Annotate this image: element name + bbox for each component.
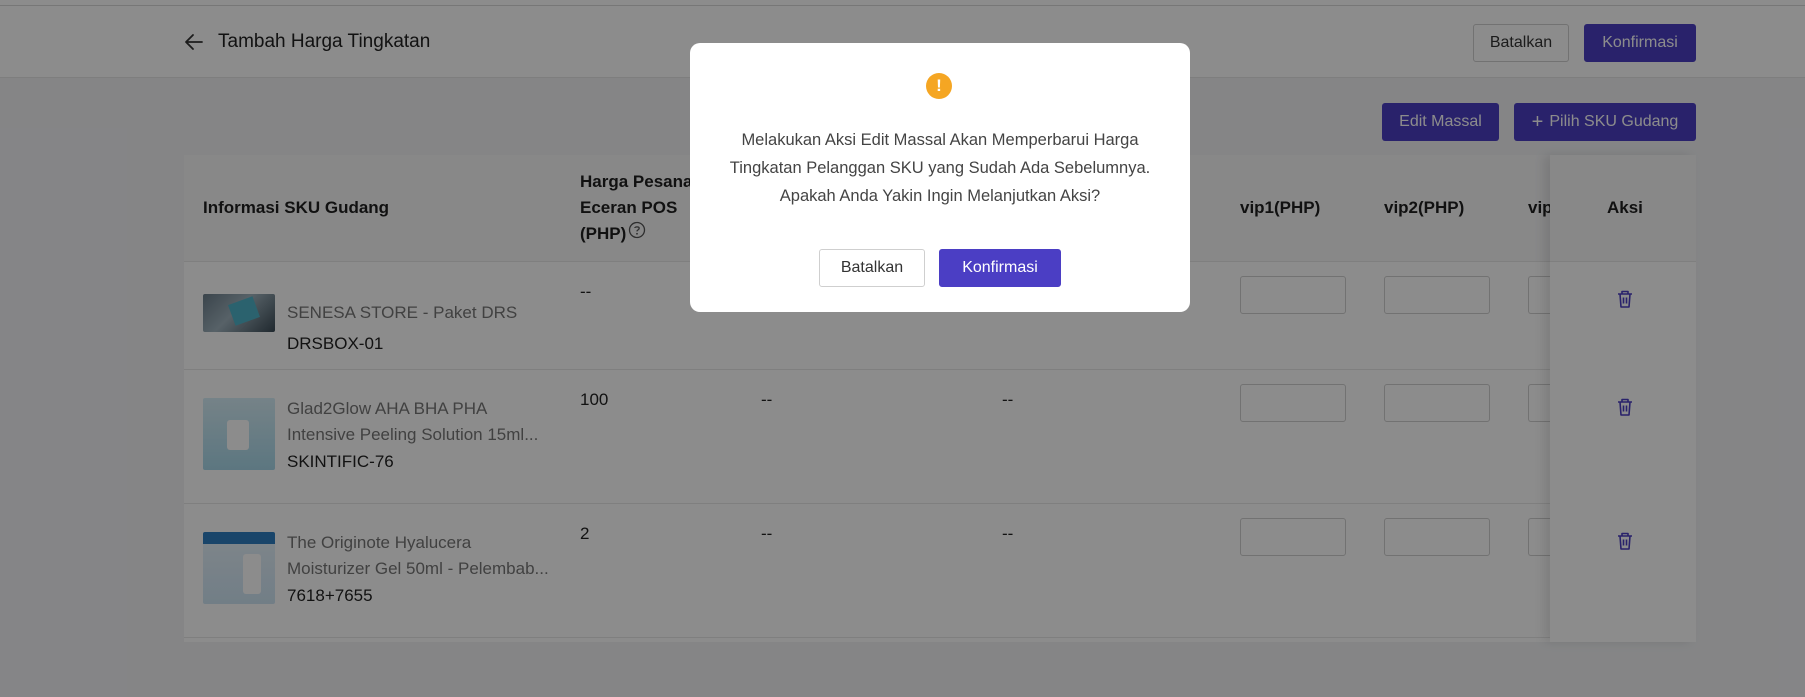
dialog-confirm-button[interactable]: Konfirmasi xyxy=(939,249,1061,287)
dialog-message: Melakukan Aksi Edit Massal Akan Memperba… xyxy=(729,131,1151,205)
confirmation-dialog: ! Melakukan Aksi Edit Massal Akan Memper… xyxy=(690,43,1190,312)
dialog-cancel-button[interactable]: Batalkan xyxy=(819,249,925,287)
warning-icon: ! xyxy=(926,73,952,99)
